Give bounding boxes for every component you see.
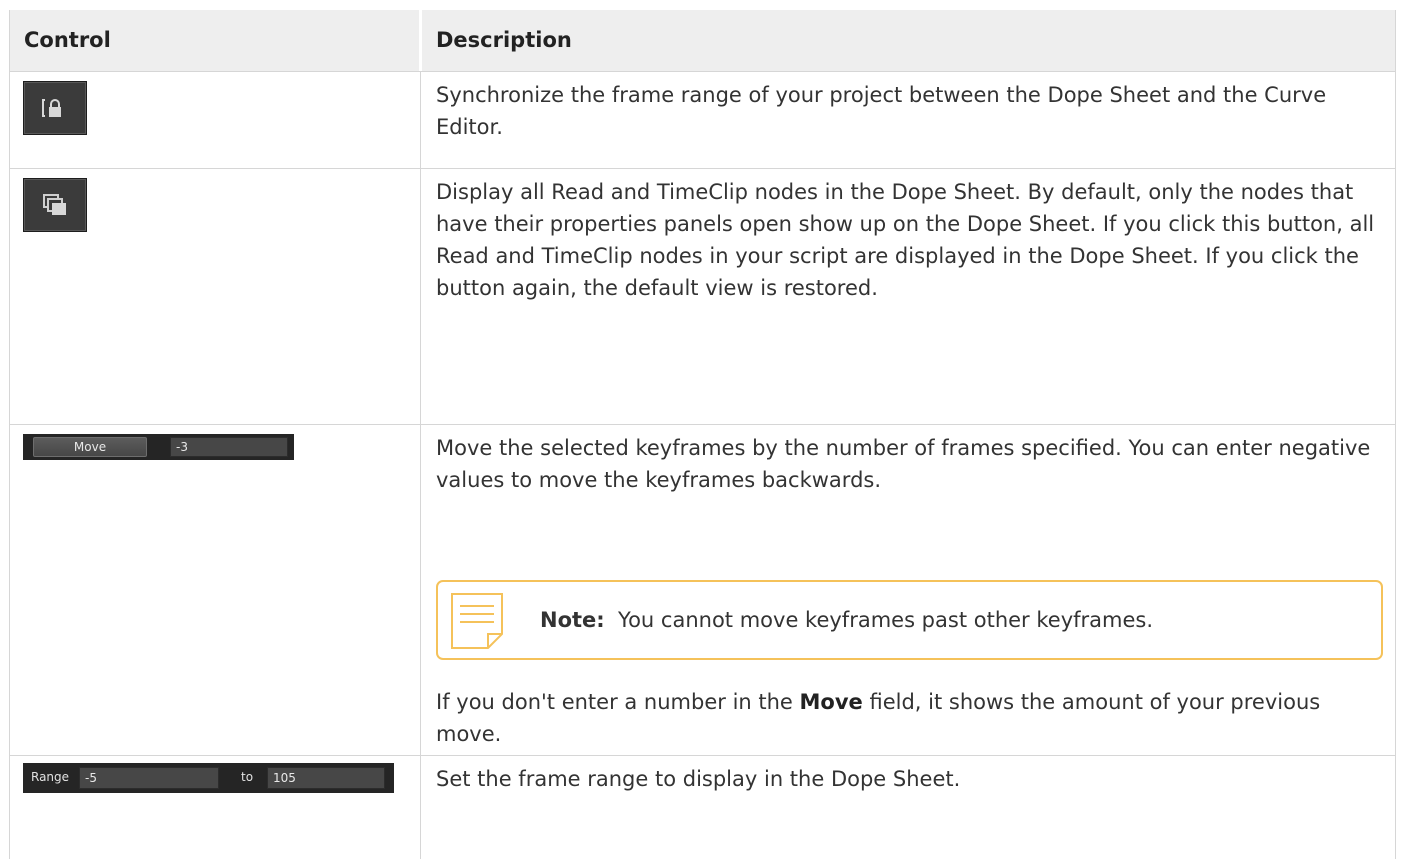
table-row: Display all Read and TimeClip nodes in t… xyxy=(10,168,1395,425)
show-all-read-nodes-button[interactable] xyxy=(23,178,87,232)
range-to-input[interactable]: 105 xyxy=(267,767,385,789)
to-label: to xyxy=(241,770,254,784)
table-header: Control Description xyxy=(10,10,1395,72)
move-control-bar: Move -3 xyxy=(23,434,294,460)
range-from-input[interactable]: -5 xyxy=(79,767,219,789)
range-control-bar: Range -5 to 105 xyxy=(23,763,394,793)
table-row: Range -5 to 105 Set the frame range to d… xyxy=(10,755,1395,859)
controls-table: Control Description Synchronize the fram… xyxy=(9,10,1396,859)
move-button[interactable]: Move xyxy=(33,437,147,457)
note-icon xyxy=(451,593,503,649)
lock-sync-icon xyxy=(42,99,61,117)
move-field-ref: Move xyxy=(799,690,863,714)
note-body: You cannot move keyframes past other key… xyxy=(618,608,1154,632)
row-description-extra: If you don't enter a number in the Move … xyxy=(436,690,1321,746)
stacked-windows-icon xyxy=(43,194,66,215)
table-row: Synchronize the frame range of your proj… xyxy=(10,71,1395,169)
row-description: Display all Read and TimeClip nodes in t… xyxy=(436,180,1375,300)
range-label: Range xyxy=(31,770,70,784)
header-control: Control xyxy=(24,28,111,52)
header-description: Description xyxy=(436,28,572,52)
sync-frame-range-button[interactable] xyxy=(23,81,87,135)
row-description: Move the selected keyframes by the numbe… xyxy=(436,436,1371,492)
table-row: Move -3 Move the selected keyframes by t… xyxy=(10,424,1395,756)
note-text: Note: You cannot move keyframes past oth… xyxy=(540,604,1153,636)
row-description: Set the frame range to display in the Do… xyxy=(436,767,961,791)
move-frames-input[interactable]: -3 xyxy=(170,437,288,457)
row-description: Synchronize the frame range of your proj… xyxy=(436,83,1327,139)
note-label: Note: xyxy=(540,608,605,632)
note-box: Note: You cannot move keyframes past oth… xyxy=(436,580,1383,660)
